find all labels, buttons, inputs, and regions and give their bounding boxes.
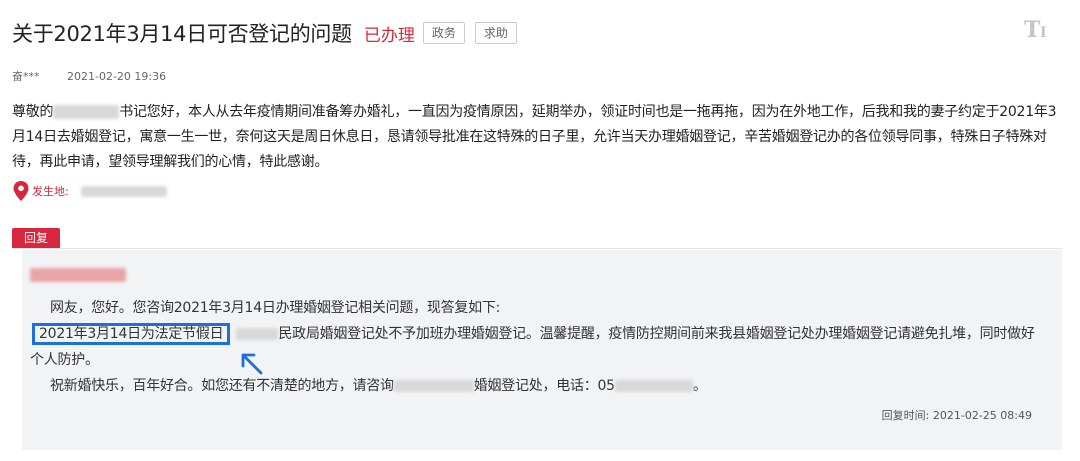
map-pin-icon bbox=[13, 181, 29, 201]
redacted-county bbox=[236, 328, 279, 340]
redacted-organization bbox=[30, 267, 126, 282]
reply-line-3: 祝新婚快乐，百年好合。如您还有不清楚的地方，请咨询 婚姻登记处，电话：05 。 bbox=[30, 373, 1045, 399]
reply-divider bbox=[12, 248, 1062, 249]
reply-panel: 网友，您好。您咨询2021年3月14日办理婚姻登记相关问题，现答复如下: 202… bbox=[22, 250, 1062, 450]
post-text: 书记您好，本人从去年疫情期间准备筹办婚礼，一直因为疫情原因，延期举办，领证时间也… bbox=[12, 104, 1057, 170]
svg-text:T: T bbox=[1024, 17, 1041, 42]
reply-content: 网友，您好。您咨询2021年3月14日办理婚姻登记相关问题，现答复如下: 202… bbox=[30, 295, 1045, 399]
page-title: 关于2021年3月14日可否登记的问题 bbox=[12, 22, 352, 46]
redacted-name bbox=[53, 105, 120, 119]
redacted-office bbox=[393, 380, 474, 392]
header: 关于2021年3月14日可否登记的问题 已办理 政务 求助 bbox=[12, 18, 517, 48]
post-date: 2021-02-20 19:36 bbox=[67, 70, 167, 83]
font-size-icon[interactable]: T I bbox=[1022, 16, 1052, 42]
svg-text:I: I bbox=[1040, 25, 1047, 41]
redacted-phone bbox=[614, 380, 693, 392]
holiday-highlight: 2021年3月14日为法定节假日 bbox=[32, 323, 231, 345]
tag-government[interactable]: 政务 bbox=[422, 22, 465, 44]
location-label: 发生地: bbox=[32, 185, 69, 198]
greeting: 尊敬的 bbox=[12, 104, 54, 120]
reply-time-label: 回复时间: bbox=[881, 409, 930, 422]
location-row: 发生地: bbox=[12, 180, 167, 202]
reply-line-3-phone-label: 婚姻登记处，电话：05 bbox=[473, 378, 615, 394]
arrow-annotation-icon bbox=[241, 353, 263, 375]
reply-tab[interactable]: 回复 bbox=[12, 228, 61, 248]
redacted-location bbox=[80, 185, 167, 197]
reply-line-3-end: 。 bbox=[692, 378, 707, 394]
reply-line-1: 网友，您好。您咨询2021年3月14日办理婚姻登记相关问题，现答复如下: bbox=[50, 300, 501, 316]
reply-line-2: 2021年3月14日为法定节假日 民政局婚姻登记处不予加班办理婚姻登记。温馨提醒，… bbox=[30, 321, 1045, 373]
reply-line-3-prefix: 祝新婚快乐，百年好合。如您还有不清楚的地方，请咨询 bbox=[50, 378, 394, 394]
reply-time: 回复时间: 2021-02-25 08:49 bbox=[882, 407, 1032, 423]
status-label: 已办理 bbox=[363, 25, 415, 46]
reply-organization bbox=[30, 264, 126, 283]
reply-time-value: 2021-02-25 08:49 bbox=[932, 409, 1032, 422]
post-body: 尊敬的 书记您好，本人从去年疫情期间准备筹办婚礼，一直因为疫情原因，延期举办，领证… bbox=[12, 100, 1057, 175]
tag-help[interactable]: 求助 bbox=[474, 22, 517, 44]
post-meta: 奋*** 2021-02-20 19:36 bbox=[12, 68, 166, 84]
author-name: 奋*** bbox=[12, 70, 40, 83]
